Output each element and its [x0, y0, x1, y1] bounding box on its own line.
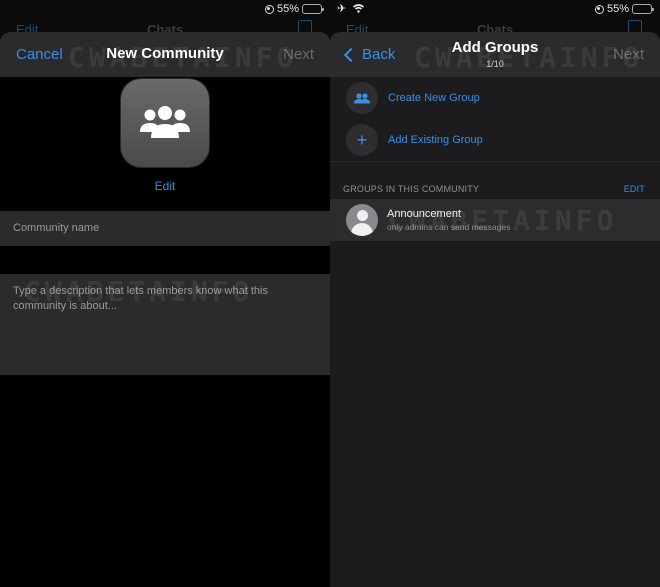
orientation-lock-icon	[264, 4, 274, 14]
group-count: 1/10	[486, 59, 504, 69]
group-icon	[354, 92, 370, 103]
add-groups-sheet: Back Add Groups 1/10 Next CWABETAINFO Cr…	[330, 32, 660, 587]
add-existing-group-button[interactable]: + Add Existing Group	[330, 119, 660, 161]
description-placeholder: Type a description that lets members kno…	[13, 285, 268, 312]
avatar	[346, 204, 378, 236]
plus-icon-circle: +	[346, 124, 378, 156]
next-button[interactable]: Next	[283, 46, 314, 63]
group-name: Announcement	[387, 208, 461, 220]
avatar-body	[351, 223, 373, 236]
airplane-icon: ✈	[337, 3, 347, 15]
create-new-group-button[interactable]: Create New Group	[330, 77, 660, 119]
wifi-icon	[353, 4, 365, 13]
page-title: New Community	[106, 45, 224, 62]
section-header: GROUPS IN THIS COMMUNITY EDIT	[343, 184, 645, 194]
community-photo-section: Edit	[0, 77, 330, 211]
new-community-sheet: Cancel New Community Next CWABETAINFO Ed…	[0, 32, 330, 587]
status-bar: ✈ 55%	[330, 0, 660, 18]
nav-bar: Back Add Groups 1/10 Next CWABETAINFO	[330, 32, 660, 77]
list-item[interactable]: Announcement only admins can send messag…	[330, 199, 660, 241]
plus-icon: +	[356, 130, 368, 150]
add-groups-screen: ✈ 55% Edit Chats Back Add Groups 1/10 Ne…	[330, 0, 660, 587]
community-name-input[interactable]: Community name	[0, 211, 330, 246]
battery-percent: 55%	[276, 3, 299, 15]
edit-groups-button[interactable]: EDIT	[624, 184, 645, 194]
group-subtitle: only admins can send messages	[387, 222, 511, 232]
group-icon-circle	[346, 82, 378, 114]
next-button[interactable]: Next	[613, 46, 644, 63]
edit-photo-button[interactable]: Edit	[0, 179, 330, 193]
create-new-group-label: Create New Group	[388, 92, 480, 104]
add-existing-group-label: Add Existing Group	[388, 134, 483, 146]
page-title: Add Groups	[451, 39, 539, 56]
new-community-screen: 55% Edit Chats Cancel New Community Next…	[0, 0, 330, 587]
nav-bar: Cancel New Community Next CWABETAINFO	[0, 32, 330, 77]
divider	[330, 161, 660, 162]
community-group-icon	[140, 106, 190, 138]
orientation-lock-icon	[594, 4, 604, 14]
community-photo[interactable]	[121, 79, 209, 167]
section-title: GROUPS IN THIS COMMUNITY	[343, 184, 480, 194]
battery-icon	[302, 4, 324, 14]
group-text: Announcement only admins can send messag…	[387, 208, 510, 232]
community-description-input[interactable]: Type a description that lets members kno…	[0, 274, 330, 375]
page-title-block: Add Groups 1/10	[330, 39, 660, 69]
status-bar: 55%	[0, 0, 330, 18]
avatar-head	[356, 210, 368, 221]
battery-icon	[632, 4, 654, 14]
battery-percent: 55%	[606, 3, 629, 15]
